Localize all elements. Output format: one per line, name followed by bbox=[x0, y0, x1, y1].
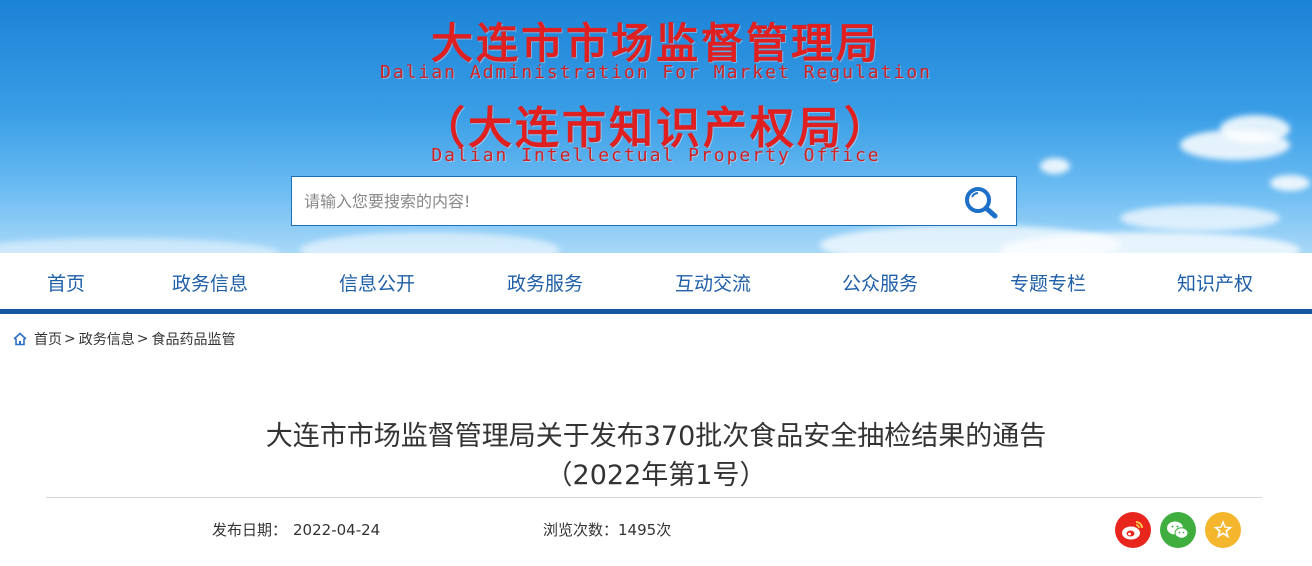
search-icon bbox=[965, 187, 998, 219]
cloud-decoration bbox=[1270, 175, 1310, 191]
breadcrumb-food-drug[interactable]: 食品药品监管 bbox=[151, 329, 235, 349]
main-nav: 首页 政务信息 信息公开 政务服务 互动交流 公众服务 专题专栏 知识产权 bbox=[0, 253, 1312, 309]
share-favorite-button[interactable] bbox=[1205, 512, 1241, 548]
weibo-icon bbox=[1115, 512, 1151, 548]
nav-item-ip[interactable]: 知识产权 bbox=[1177, 269, 1253, 296]
nav-item-home[interactable]: 首页 bbox=[47, 269, 85, 296]
header-banner: 大连市市场监督管理局 Dalian Administration For Mar… bbox=[0, 0, 1312, 253]
site-title-en: Dalian Administration For Market Regulat… bbox=[380, 62, 932, 83]
publish-date-label: 发布日期： bbox=[212, 521, 288, 539]
home-icon bbox=[13, 332, 27, 346]
breadcrumb-home[interactable]: 首页 bbox=[34, 329, 62, 349]
article-title-number: （2022年第1号） bbox=[545, 460, 767, 491]
search-box bbox=[291, 176, 1017, 226]
breadcrumb: 首页 > 政务信息 > 食品药品监管 bbox=[12, 329, 235, 349]
search-input[interactable] bbox=[292, 177, 932, 225]
wechat-icon bbox=[1160, 512, 1196, 548]
nav-item-public[interactable]: 公众服务 bbox=[842, 269, 918, 296]
nav-item-interaction[interactable]: 互动交流 bbox=[675, 269, 751, 296]
cloud-decoration bbox=[1120, 205, 1280, 231]
view-count-info: 浏览次数：1495次 bbox=[543, 519, 671, 540]
search-button[interactable] bbox=[962, 185, 1002, 219]
share-weibo-button[interactable] bbox=[1115, 512, 1151, 548]
breadcrumb-separator: > bbox=[64, 331, 76, 347]
nav-item-disclosure[interactable]: 信息公开 bbox=[339, 269, 415, 296]
view-count-label: 浏览次数： bbox=[543, 521, 619, 539]
cloud-decoration bbox=[0, 238, 280, 253]
share-wechat-button[interactable] bbox=[1160, 512, 1196, 548]
article-title: 大连市市场监督管理局关于发布370批次食品安全抽检结果的通告 bbox=[265, 421, 1047, 452]
site-subtitle-en: Dalian Intellectual Property Office bbox=[431, 145, 881, 166]
nav-item-gov-info[interactable]: 政务信息 bbox=[172, 269, 248, 296]
publish-date-value: 2022-04-24 bbox=[293, 521, 381, 539]
cloud-decoration bbox=[300, 232, 560, 253]
view-count-value: 1495次 bbox=[618, 521, 672, 539]
nav-item-gov-service[interactable]: 政务服务 bbox=[507, 269, 583, 296]
nav-underline-bar bbox=[0, 309, 1312, 314]
favorite-star-icon bbox=[1205, 512, 1241, 548]
nav-item-topics[interactable]: 专题专栏 bbox=[1010, 269, 1086, 296]
breadcrumb-separator: > bbox=[136, 331, 149, 347]
breadcrumb-gov-info[interactable]: 政务信息 bbox=[79, 329, 135, 349]
divider bbox=[46, 497, 1262, 498]
publish-date-info: 发布日期： 2022-04-24 bbox=[212, 519, 380, 540]
